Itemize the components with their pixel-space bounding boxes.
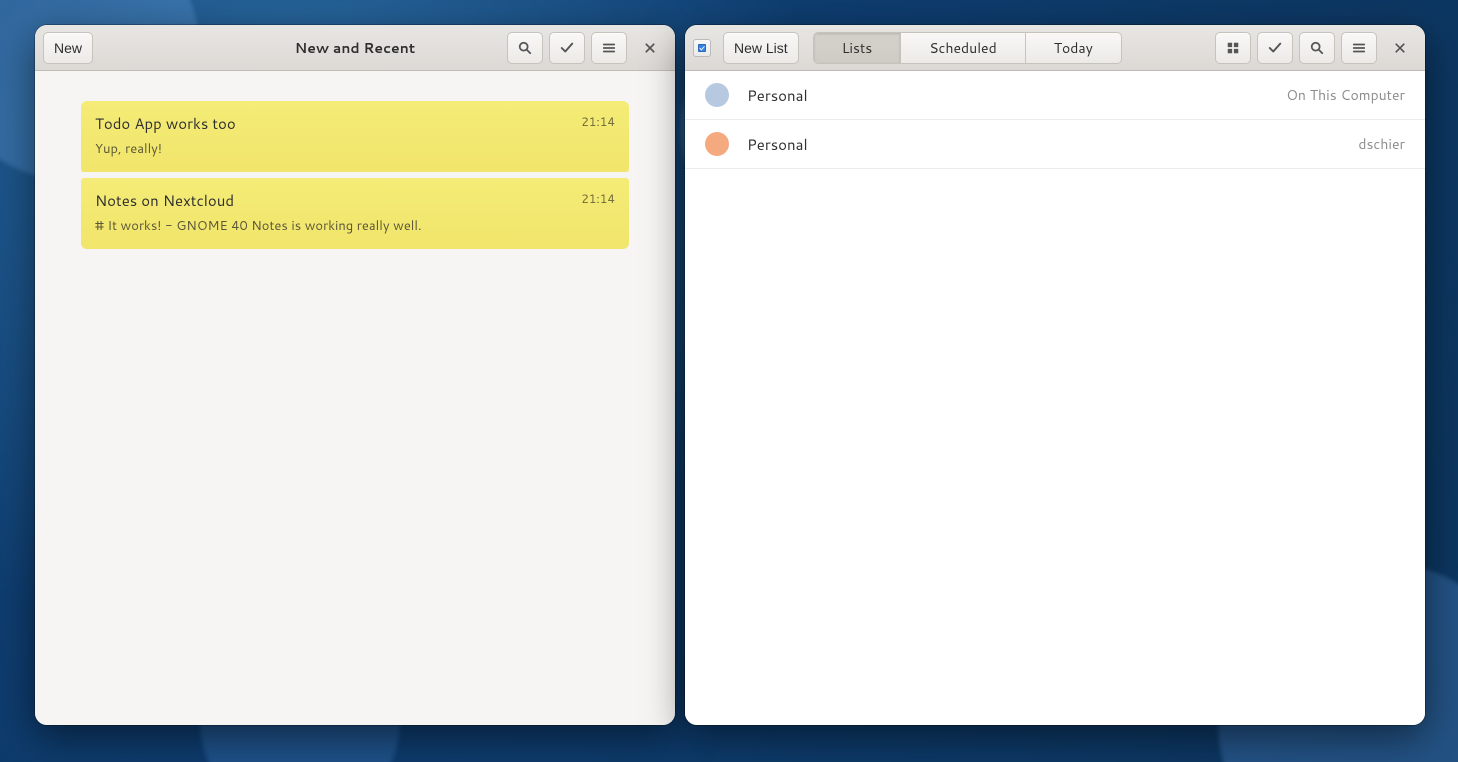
note-preview: # It works! - GNOME 40 Notes is working … (95, 217, 615, 235)
note-title: Todo App works too (95, 113, 615, 134)
check-icon (1268, 41, 1282, 55)
tab-scheduled[interactable]: Scheduled (901, 33, 1026, 63)
list-color-icon (705, 132, 729, 156)
selection-mode-button[interactable] (1257, 32, 1293, 64)
view-switcher: Lists Scheduled Today (813, 32, 1122, 64)
close-icon (644, 42, 656, 54)
note-item[interactable]: 21:14 Todo App works too Yup, really! (81, 101, 629, 172)
search-button[interactable] (1299, 32, 1335, 64)
note-timestamp: 21:14 (581, 190, 615, 207)
todo-app-icon: ✓ (693, 39, 711, 57)
list-color-icon (705, 83, 729, 107)
list-item[interactable]: Personal dschier (685, 120, 1425, 169)
grid-icon (1226, 41, 1240, 55)
selection-mode-button[interactable] (549, 32, 585, 64)
list-name: Personal (747, 134, 808, 155)
close-window-button[interactable] (1383, 32, 1417, 64)
task-lists: Personal On This Computer Personal dschi… (685, 71, 1425, 725)
close-icon (1394, 42, 1406, 54)
new-note-button[interactable]: New (43, 32, 93, 64)
new-list-button[interactable]: New List (723, 32, 799, 64)
check-icon (560, 41, 574, 55)
note-item[interactable]: 21:14 Notes on Nextcloud # It works! - G… (81, 178, 629, 249)
grid-view-button[interactable] (1215, 32, 1251, 64)
search-button[interactable] (507, 32, 543, 64)
notes-list: 21:14 Todo App works too Yup, really! 21… (35, 71, 675, 725)
note-timestamp: 21:14 (581, 113, 615, 130)
list-name: Personal (747, 85, 808, 106)
hamburger-menu-button[interactable] (1341, 32, 1377, 64)
tab-today[interactable]: Today (1026, 33, 1121, 63)
hamburger-menu-button[interactable] (591, 32, 627, 64)
list-location: dschier (1358, 134, 1405, 154)
notes-headerbar: New New and Recent (35, 25, 675, 71)
hamburger-icon (1352, 41, 1366, 55)
note-title: Notes on Nextcloud (95, 190, 615, 211)
note-preview: Yup, really! (95, 140, 615, 158)
todo-headerbar: ✓ New List Lists Scheduled Today (685, 25, 1425, 71)
search-icon (1310, 41, 1324, 55)
notes-window: New New and Recent 21:14 Todo App w (35, 25, 675, 725)
list-location: On This Computer (1286, 85, 1405, 105)
tab-lists[interactable]: Lists (814, 33, 902, 63)
list-item[interactable]: Personal On This Computer (685, 71, 1425, 120)
close-window-button[interactable] (633, 32, 667, 64)
hamburger-icon (602, 41, 616, 55)
search-icon (518, 41, 532, 55)
todo-window: ✓ New List Lists Scheduled Today (685, 25, 1425, 725)
